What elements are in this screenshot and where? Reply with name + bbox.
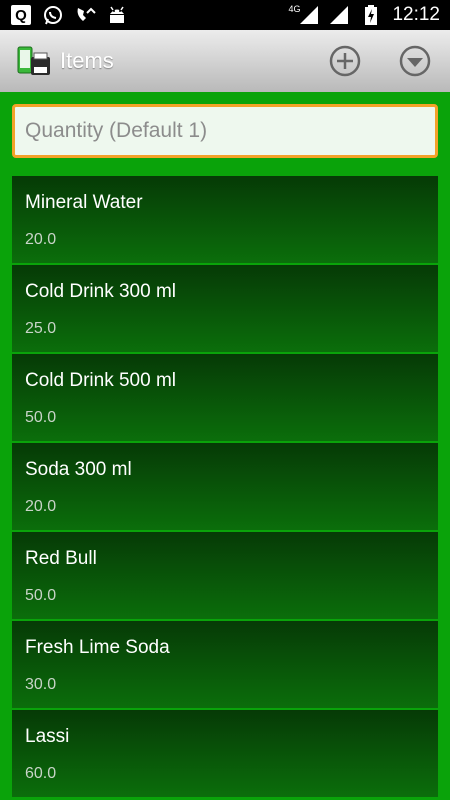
battery-charging-icon xyxy=(360,4,382,26)
item-name: Cold Drink 500 ml xyxy=(25,370,176,391)
android-debug-icon xyxy=(106,4,128,26)
quantity-field-wrapper xyxy=(12,104,438,158)
signal-4g-icon: 4G xyxy=(288,4,319,26)
item-price: 20.0 xyxy=(25,498,57,515)
action-bar: Items xyxy=(0,30,450,92)
item-name: Soda 300 ml xyxy=(25,459,132,480)
item-name: Fresh Lime Soda xyxy=(25,637,170,658)
status-right: 4G 12:12 xyxy=(288,4,440,26)
item-name: Cold Drink 300 ml xyxy=(25,281,176,302)
app-logo-icon xyxy=(16,43,52,79)
add-circle-icon xyxy=(329,45,361,77)
item-price: 30.0 xyxy=(25,676,57,693)
list-item[interactable]: Soda 300 ml 20.0 xyxy=(12,443,438,530)
item-name: Lassi xyxy=(25,726,70,747)
whatsapp-icon xyxy=(42,4,64,26)
item-name: Mineral Water xyxy=(25,192,143,213)
items-list: Mineral Water 20.0 Cold Drink 300 ml 25.… xyxy=(12,176,438,799)
screen: Q 4G 12:12 Items Quantity (Default 1) Mi… xyxy=(0,0,450,800)
status-time: 12:12 xyxy=(392,4,440,25)
add-item-button[interactable] xyxy=(329,45,361,77)
list-item[interactable]: Mineral Water 20.0 xyxy=(12,176,438,263)
item-price: 25.0 xyxy=(25,320,57,337)
dropdown-menu-button[interactable] xyxy=(399,45,431,77)
item-price: 20.0 xyxy=(25,231,57,248)
signal-icon xyxy=(328,4,350,26)
list-item[interactable]: Cold Drink 500 ml 50.0 xyxy=(12,354,438,441)
item-price: 50.0 xyxy=(25,409,57,426)
list-item[interactable]: Cold Drink 300 ml 25.0 xyxy=(12,265,438,352)
page-title: Items xyxy=(60,48,114,73)
missed-call-icon xyxy=(74,4,96,26)
status-left: Q xyxy=(10,4,128,26)
q-app-icon: Q xyxy=(10,4,32,26)
quantity-input[interactable] xyxy=(12,104,438,158)
item-price: 60.0 xyxy=(25,765,57,782)
list-item[interactable]: Red Bull 50.0 xyxy=(12,532,438,619)
item-price: 50.0 xyxy=(25,587,57,604)
dropdown-circle-icon xyxy=(399,45,431,77)
item-name: Red Bull xyxy=(25,548,97,569)
list-item[interactable]: Lassi 60.0 xyxy=(12,710,438,797)
status-bar: Q 4G 12:12 xyxy=(0,0,450,30)
list-item[interactable]: Fresh Lime Soda 30.0 xyxy=(12,621,438,708)
